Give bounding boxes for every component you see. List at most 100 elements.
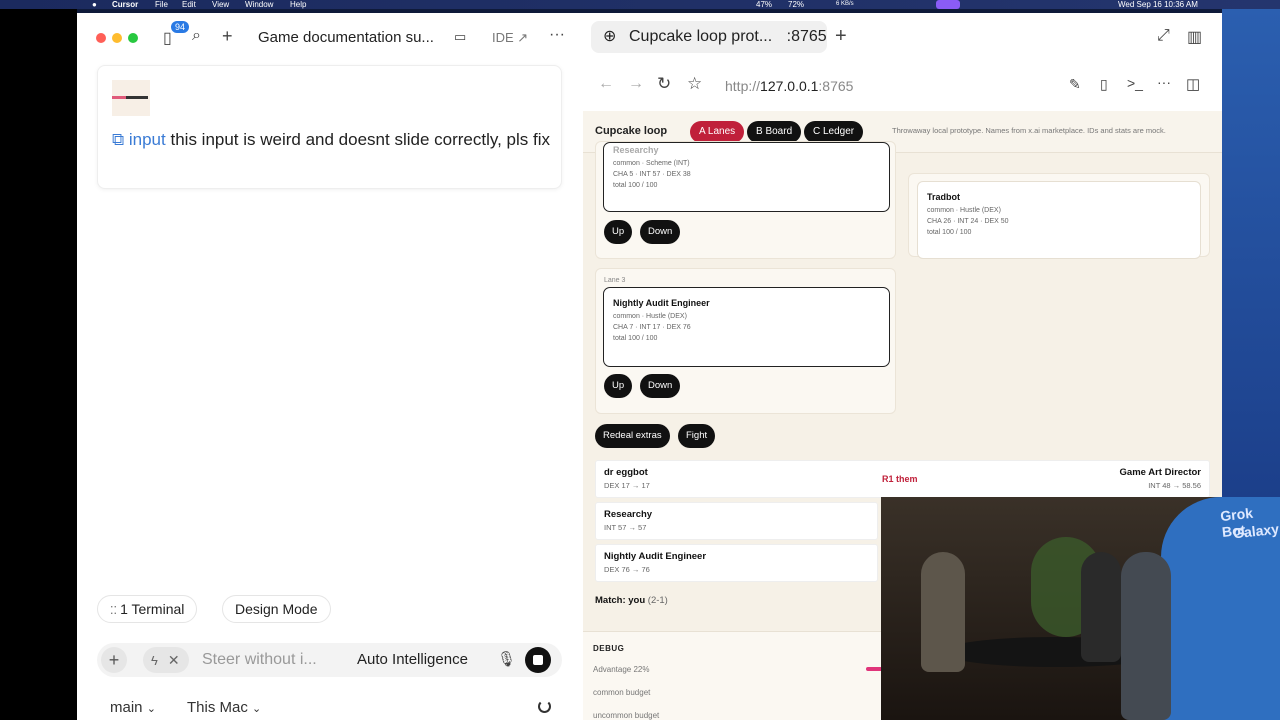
mobile-device-icon[interactable]: ▯ — [1100, 76, 1108, 93]
message-card: ⧉ input this input is weird and doesnt s… — [97, 65, 562, 189]
player-unit-name: Researchy — [604, 509, 653, 520]
devtools-panel-icon[interactable]: ◫ — [1186, 75, 1200, 93]
pen-icon[interactable]: ✎ — [1069, 76, 1081, 93]
console-icon[interactable]: >_ — [1127, 75, 1143, 91]
down-button[interactable]: Down — [640, 220, 681, 244]
advantage-label: Advantage 22% — [593, 665, 650, 674]
back-arrow-icon[interactable]: ← — [598, 75, 614, 93]
battery-status-2: 72% — [788, 0, 805, 9]
element-ref-tag[interactable]: input — [129, 130, 166, 149]
ide-link[interactable]: IDE ↗ — [492, 30, 528, 46]
unit-total: total 100 / 100 — [613, 335, 658, 342]
menu-app-name[interactable]: Cursor — [112, 0, 138, 9]
new-tab-plus-icon[interactable]: + — [835, 25, 847, 48]
location-selector[interactable]: This Mac ⌄ — [187, 699, 261, 716]
person-middle — [1081, 552, 1121, 662]
tab-lanes[interactable]: A Lanes — [690, 121, 745, 143]
menu-clock: Wed Sep 16 10:36 AM — [1118, 0, 1198, 9]
more-options-icon[interactable]: ··· — [549, 26, 565, 44]
design-mode-pill[interactable]: Design Mode — [222, 595, 331, 623]
menu-bar: ● Cursor File Edit View Window Help 47% … — [0, 0, 1280, 9]
model-selector[interactable]: Auto Intelligence — [357, 651, 468, 668]
sidebar-toggle-icon[interactable]: ▯ — [163, 28, 172, 48]
prototype-note: Throwaway local prototype. Names from x.… — [892, 126, 1166, 135]
minimize-window-button[interactable] — [112, 33, 122, 43]
bolt-icon: ϟ — [151, 653, 158, 668]
desktop-right-edge — [1222, 9, 1280, 498]
laptop-icon[interactable]: ▭ — [454, 29, 466, 45]
user-message: ⧉ input this input is weird and doesnt s… — [112, 126, 552, 154]
close-icon[interactable]: ✕ — [168, 652, 180, 668]
browser-tab[interactable]: ⊕ Cupcake loop prot... :8765 — [591, 21, 827, 53]
url-bar[interactable]: http://127.0.0.1:8765 — [725, 73, 853, 99]
menu-window[interactable]: Window — [245, 0, 273, 9]
debug-title: DEBUG — [593, 644, 625, 653]
notification-badge: 94 — [171, 21, 190, 33]
expand-icon[interactable]: ⤢ — [1157, 27, 1170, 45]
unit-card-tradbot[interactable]: Tradbot common · Hustle (DEX) CHA 26 · I… — [917, 181, 1201, 259]
unit-card-researchy[interactable]: Researchy common · Scheme (INT) CHA 5 · … — [603, 142, 890, 212]
new-tab-plus-icon[interactable]: + — [222, 26, 233, 47]
agent-mode-toggle[interactable]: ϟ ✕ — [143, 647, 189, 673]
message-text: this input is weird and doesnt slide cor… — [170, 130, 551, 149]
bookmark-star-icon[interactable]: ☆ — [687, 74, 702, 94]
fight-round-2: Researchy INT 57 → 57 — [595, 502, 878, 540]
microphone-icon[interactable]: 🎙 — [497, 650, 516, 668]
down-button[interactable]: Down — [640, 374, 681, 398]
location-label: This Mac — [187, 699, 248, 716]
match-score: (2-1) — [647, 595, 668, 606]
bench-box: Tradbot common · Hustle (DEX) CHA 26 · I… — [908, 173, 1210, 259]
unit-stats: CHA 26 · INT 24 · DEX 50 — [927, 218, 1009, 225]
branch-label: main — [110, 699, 143, 716]
fight-button[interactable]: Fight — [678, 424, 716, 448]
player-unit-name: dr eggbot — [604, 467, 648, 478]
terminal-pill[interactable]: ⁚⁚ 1 Terminal — [97, 595, 198, 623]
up-button[interactable]: Up — [604, 220, 633, 244]
redeal-extras-button[interactable]: Redeal extras — [595, 424, 670, 448]
unit-rarity: common · Scheme (INT) — [613, 160, 690, 167]
unit-name: Researchy — [613, 145, 659, 155]
chat-input-field[interactable]: Steer without i... — [202, 651, 317, 669]
chevron-down-icon: ⌄ — [146, 703, 156, 715]
fight-round-3: Nightly Audit Engineer DEX 76 → 76 — [595, 544, 878, 582]
match-result: Match: you (2-1) — [595, 595, 668, 606]
branch-selector[interactable]: main ⌄ — [110, 699, 156, 716]
chat-tab-title[interactable]: Game documentation su... — [258, 29, 448, 46]
menu-view[interactable]: View — [212, 0, 229, 9]
page-brand: Cupcake loop — [595, 125, 668, 137]
search-icon[interactable]: ⌕ — [192, 27, 201, 45]
chevron-down-icon: ⌄ — [252, 703, 262, 715]
player-unit-stat: INT 57 → 57 — [604, 523, 647, 532]
webcam-video-overlay: Grok Bot Galaxy — [881, 497, 1280, 720]
attach-plus-button[interactable]: + — [101, 647, 127, 673]
cursor-window: ▯ 94 ⌕ + Game documentation su... ▭ IDE … — [77, 13, 583, 720]
uncommon-budget-label: uncommon budget — [593, 711, 660, 720]
sidebar-panel-icon[interactable]: ▥ — [1187, 27, 1202, 47]
menu-edit[interactable]: Edit — [182, 0, 196, 9]
url-port: :8765 — [818, 78, 854, 94]
forward-arrow-icon[interactable]: → — [628, 75, 644, 93]
menu-help[interactable]: Help — [290, 0, 306, 9]
stop-button[interactable] — [525, 647, 551, 673]
more-options-icon[interactable]: ··· — [1157, 74, 1171, 90]
up-button[interactable]: Up — [604, 374, 633, 398]
menu-file[interactable]: File — [155, 0, 168, 9]
zoom-window-button[interactable] — [128, 33, 138, 43]
unit-name: Tradbot — [927, 192, 960, 202]
battery-status-1: 47% — [756, 0, 773, 9]
chat-input-bar: + ϟ ✕ Steer without i... Auto Intelligenc… — [97, 643, 562, 677]
tab-ledger[interactable]: C Ledger — [804, 121, 864, 143]
close-window-button[interactable] — [96, 33, 106, 43]
apple-icon[interactable]: ● — [92, 0, 97, 9]
globe-icon: ⊕ — [603, 28, 617, 45]
unit-stats: CHA 5 · INT 57 · DEX 38 — [613, 171, 691, 178]
lane-box-top: Researchy common · Scheme (INT) CHA 5 · … — [595, 141, 896, 259]
screen-record-icon[interactable] — [936, 0, 960, 9]
unit-card-nightly-audit[interactable]: Nightly Audit Engineer common · Hustle (… — [603, 287, 890, 367]
person-right — [1121, 552, 1171, 720]
reload-icon[interactable]: ↻ — [657, 74, 671, 94]
tab-board[interactable]: B Board — [747, 121, 802, 143]
player-unit-stat: DEX 76 → 76 — [604, 565, 650, 574]
player-unit-stat: DEX 17 → 17 — [604, 481, 650, 490]
screenshot-thumbnail[interactable] — [112, 80, 150, 116]
